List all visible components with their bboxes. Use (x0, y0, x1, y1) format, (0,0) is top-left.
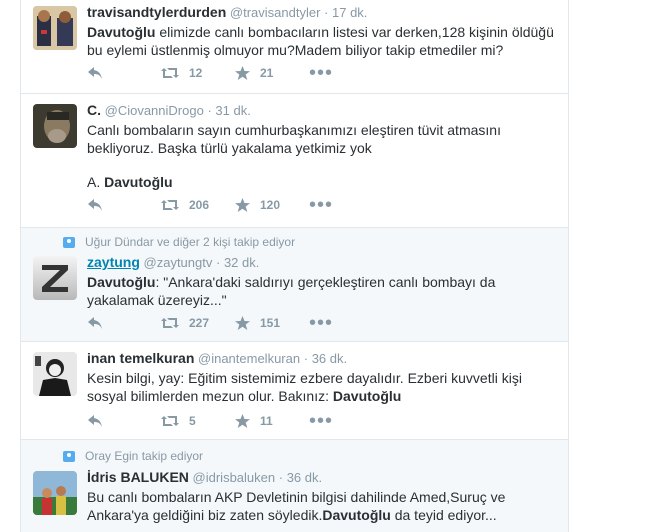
user-fullname[interactable]: C. (87, 102, 101, 118)
follow-context: Oray Egin takip ediyor (63, 449, 203, 463)
tweet-text: Davutoğlu: "Ankara'daki saldırıyı gerçek… (87, 274, 496, 308)
avatar[interactable] (33, 6, 77, 50)
user-handle[interactable]: @idrisbaluken (193, 470, 276, 485)
user-fullname[interactable]: zaytung (87, 254, 140, 270)
retweet-button[interactable]: 5 (161, 414, 235, 428)
follow-context-text[interactable]: Oray Egin takip ediyor (85, 449, 203, 463)
favorite-button[interactable]: 11 (235, 414, 309, 428)
user-handle[interactable]: @inantemelkuran (198, 351, 300, 366)
favorite-button[interactable]: 120 (235, 198, 309, 212)
avatar[interactable] (33, 256, 77, 300)
tweet-timestamp[interactable]: 31 dk. (215, 103, 250, 118)
hashtag-highlight: Davutoğlu (87, 24, 156, 40)
retweet-button[interactable]: 12 (161, 66, 235, 80)
reply-icon (87, 66, 103, 80)
tweet-timestamp[interactable]: 32 dk. (224, 255, 259, 270)
tweet-actions: 12 21 ••• (87, 62, 334, 84)
avatar[interactable] (33, 471, 77, 515)
follow-context-icon (63, 450, 75, 462)
retweet-icon (161, 414, 179, 428)
more-icon: ••• (309, 62, 334, 84)
avatar[interactable] (33, 352, 77, 396)
reply-button[interactable] (87, 316, 161, 330)
user-fullname[interactable]: İdris BALUKEN (87, 469, 189, 485)
tweet[interactable]: travisandtylerdurden @travisandtyler · 1… (21, 0, 568, 94)
tweet-text: Kesin bilgi, yay: Eğitim sistemimiz ezbe… (87, 370, 522, 404)
reply-icon (87, 316, 103, 330)
user-fullname[interactable]: travisandtylerdurden (87, 4, 226, 20)
retweet-icon (161, 198, 179, 212)
timeline: travisandtylerdurden @travisandtyler · 1… (20, 0, 569, 532)
favorite-count: 11 (260, 414, 273, 428)
favorite-button[interactable]: 151 (235, 316, 309, 330)
user-handle[interactable]: @travisandtyler (230, 5, 321, 20)
tweet-actions: 227 151 ••• (87, 312, 334, 334)
more-button[interactable]: ••• (309, 62, 334, 84)
favorite-count: 151 (260, 316, 281, 330)
more-button[interactable]: ••• (309, 194, 334, 216)
more-icon: ••• (309, 194, 334, 216)
star-icon (235, 198, 250, 212)
retweet-count: 12 (189, 66, 203, 80)
tweet-actions: 206 120 ••• (87, 194, 334, 216)
user-handle[interactable]: @CiovanniDrogo (105, 103, 204, 118)
more-icon: ••• (309, 410, 334, 432)
tweet-timestamp[interactable]: 17 dk. (332, 5, 367, 20)
tweet[interactable]: C. @CiovanniDrogo · 31 dk. Canlı bombala… (21, 94, 568, 228)
retweet-count: 227 (189, 316, 210, 330)
retweet-icon (161, 66, 179, 80)
reply-button[interactable] (87, 414, 161, 428)
tweet-signature: A. Davutoğlu (87, 174, 173, 190)
favorite-count: 21 (260, 66, 274, 80)
tweet-header: İdris BALUKEN @idrisbaluken · 36 dk. (87, 469, 323, 485)
user-fullname[interactable]: inan temelkuran (87, 350, 194, 366)
retweet-count: 5 (189, 414, 196, 428)
reply-icon (87, 198, 103, 212)
reply-button[interactable] (87, 198, 161, 212)
tweet-text: Canlı bombaların sayın cumhurbaşkanımızı… (87, 122, 501, 156)
tweet[interactable]: Oray Egin takip ediyor İdris BALUKEN @id… (21, 440, 568, 532)
follow-context: Uğur Dündar ve diğer 2 kişi takip ediyor (63, 235, 295, 249)
tweet-timestamp[interactable]: 36 dk. (312, 351, 347, 366)
retweet-button[interactable]: 227 (161, 316, 235, 330)
star-icon (235, 316, 250, 330)
more-button[interactable]: ••• (309, 312, 334, 334)
retweet-count: 206 (189, 198, 210, 212)
star-icon (235, 414, 250, 428)
tweet-header: C. @CiovanniDrogo · 31 dk. (87, 102, 251, 118)
user-handle[interactable]: @zaytungtv (144, 255, 213, 270)
tweet-actions: 5 11 ••• (87, 410, 334, 432)
tweet-header: zaytung @zaytungtv · 32 dk. (87, 254, 260, 270)
retweet-icon (161, 316, 179, 330)
favorite-button[interactable]: 21 (235, 66, 309, 80)
tweet[interactable]: Uğur Dündar ve diğer 2 kişi takip ediyor… (21, 228, 568, 342)
tweet-header: travisandtylerdurden @travisandtyler · 1… (87, 4, 368, 20)
avatar[interactable] (33, 104, 77, 148)
follow-context-icon (63, 236, 75, 248)
favorite-count: 120 (260, 198, 281, 212)
reply-button[interactable] (87, 66, 161, 80)
more-icon: ••• (309, 312, 334, 334)
tweet-text: Davutoğlu elimizde canlı bombacıların li… (87, 24, 554, 58)
retweet-button[interactable]: 206 (161, 198, 235, 212)
tweet-text: Bu canlı bombaların AKP Devletinin bilgi… (87, 489, 506, 523)
tweet-header: inan temelkuran @inantemelkuran · 36 dk. (87, 350, 348, 366)
follow-context-text[interactable]: Uğur Dündar ve diğer 2 kişi takip ediyor (85, 235, 295, 249)
more-button[interactable]: ••• (309, 410, 334, 432)
reply-icon (87, 414, 103, 428)
tweet[interactable]: inan temelkuran @inantemelkuran · 36 dk.… (21, 342, 568, 440)
star-icon (235, 66, 250, 80)
tweet-timestamp[interactable]: 36 dk. (287, 470, 322, 485)
